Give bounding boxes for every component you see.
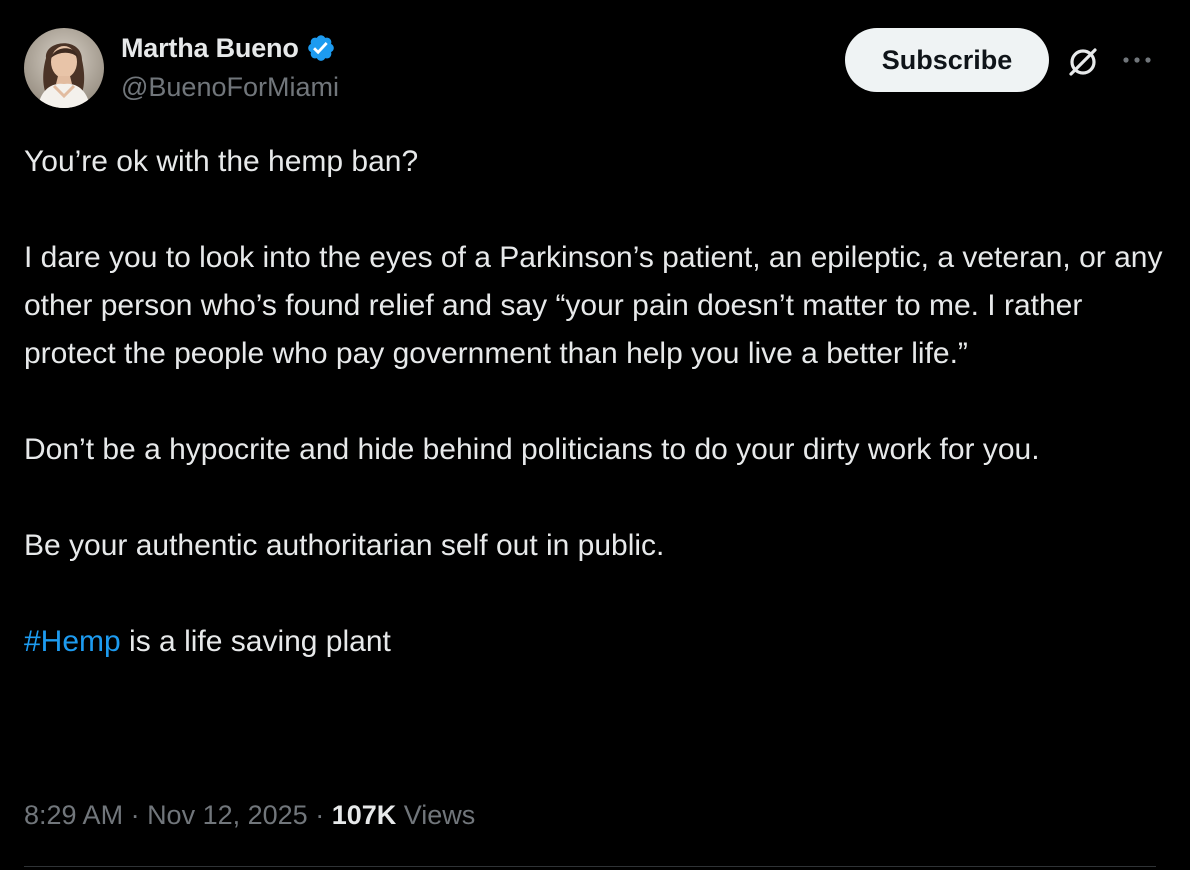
avatar[interactable] <box>24 28 104 108</box>
views-count: 107K <box>331 800 397 830</box>
tweet-date[interactable]: Nov 12, 2025 <box>147 800 308 830</box>
author-name[interactable]: Martha Bueno <box>121 33 299 64</box>
tweet-paragraph: You’re ok with the hemp ban? <box>24 145 419 178</box>
views-label: Views <box>396 800 476 830</box>
tweet-meta: 8:29 AM · Nov 12, 2025 · 107K Views <box>24 795 475 835</box>
meta-separator: · <box>123 800 148 830</box>
hashtag-link[interactable]: #Hemp <box>24 625 121 658</box>
hashtag-line-text: is a life saving plant <box>120 625 391 658</box>
tweet-paragraph: I dare you to look into the eyes of a Pa… <box>24 241 1163 370</box>
author-name-row[interactable]: Martha Bueno <box>121 31 336 65</box>
subscribe-button[interactable]: Subscribe <box>845 28 1049 92</box>
grok-icon[interactable] <box>1065 44 1101 80</box>
more-options-icon[interactable] <box>1120 52 1154 68</box>
avatar-photo <box>24 28 104 108</box>
author-handle[interactable]: @BuenoForMiami <box>121 72 339 103</box>
tweet-hashtag-line: #Hemp is a life saving plant <box>24 618 1164 666</box>
verified-badge-icon <box>306 33 336 63</box>
tweet-card: Martha Bueno @BuenoForMiami Subscribe Yo… <box>0 0 1190 870</box>
divider <box>24 866 1156 867</box>
tweet-paragraph: Be your authentic authoritarian self out… <box>24 529 665 562</box>
meta-separator: · <box>307 800 332 830</box>
tweet-text: You’re ok with the hemp ban? I dare you … <box>24 138 1164 666</box>
tweet-paragraph: Don’t be a hypocrite and hide behind pol… <box>24 433 1040 466</box>
tweet-time[interactable]: 8:29 AM <box>24 800 123 830</box>
